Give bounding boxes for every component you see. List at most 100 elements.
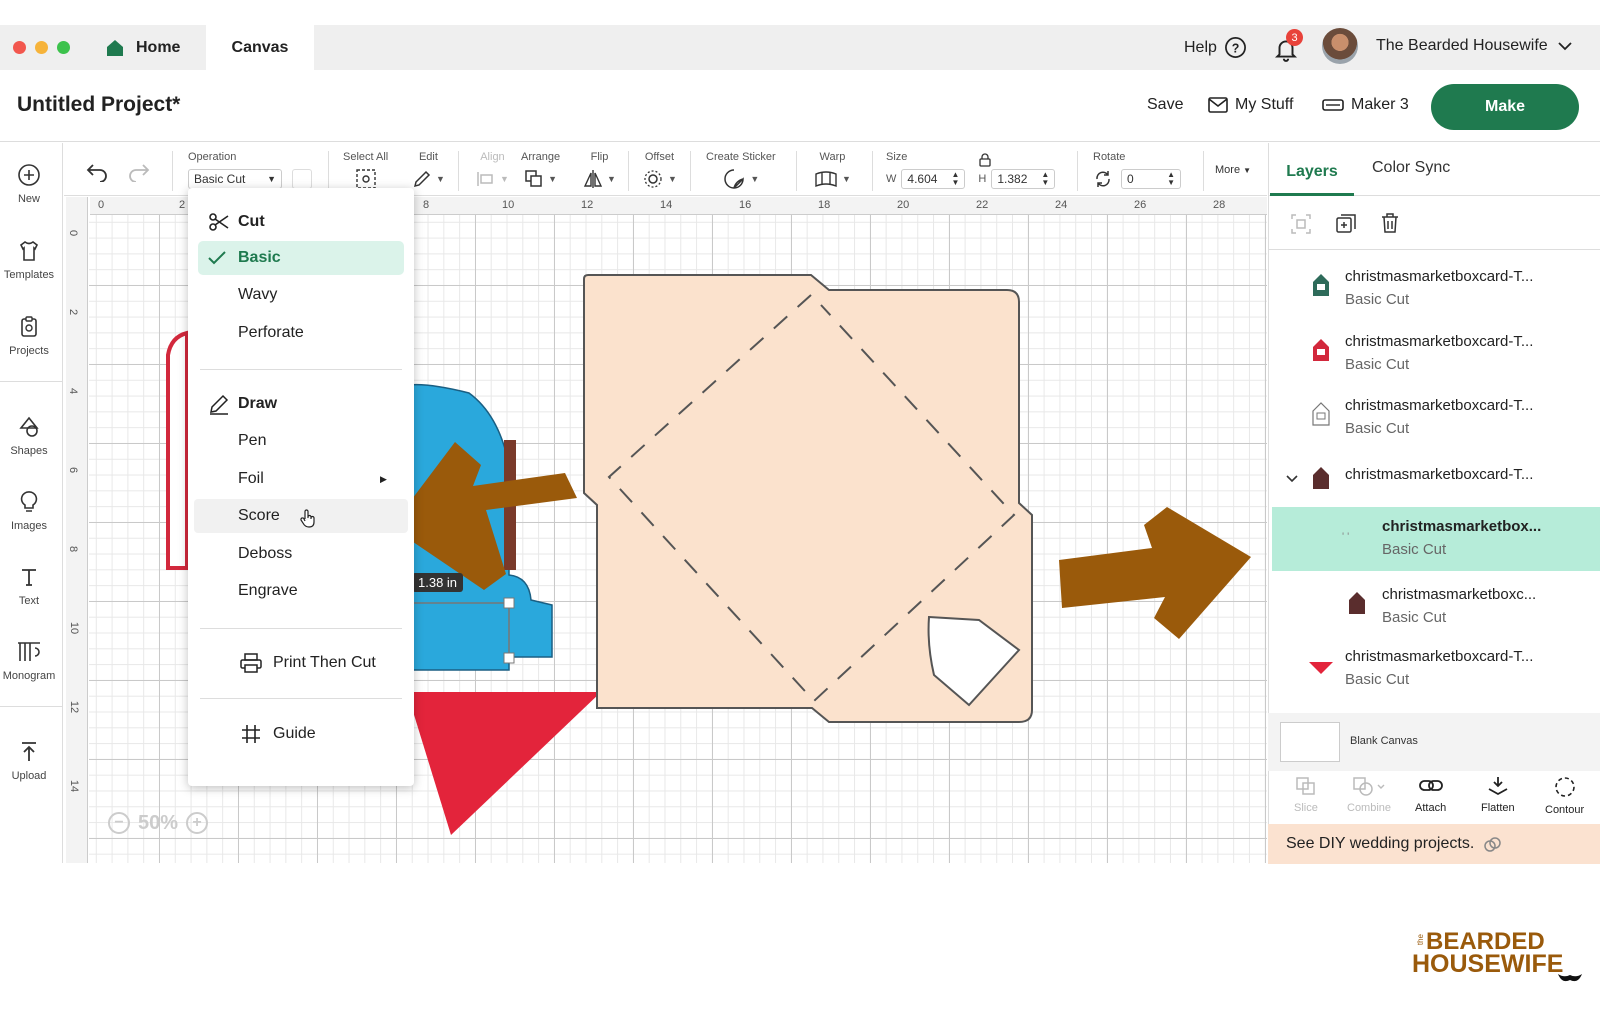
menu-item-basic[interactable]: Basic <box>198 241 404 275</box>
select-all-button[interactable]: Select All <box>343 151 388 190</box>
rotate-icon[interactable] <box>1093 169 1113 189</box>
close-window-button[interactable] <box>13 41 26 54</box>
tab-layers[interactable]: Layers <box>1270 150 1354 196</box>
more-button[interactable]: More ▼ <box>1215 164 1251 176</box>
nav-upload-label: Upload <box>11 770 47 782</box>
make-button[interactable]: Make <box>1431 84 1579 130</box>
ruler-tick: 6 <box>67 466 80 474</box>
menu-item-deboss[interactable]: Deboss <box>188 537 414 571</box>
nav-monogram[interactable]: Monogram <box>0 640 58 682</box>
layer-item[interactable]: christmasmarketboxcard-T... Basic Cut <box>1268 255 1600 317</box>
blank-canvas-swatch[interactable] <box>1280 722 1340 762</box>
flip-button[interactable]: Flip ▼ <box>583 151 616 190</box>
warp-button[interactable]: Warp ▼ <box>814 151 851 190</box>
zoom-out-icon[interactable]: − <box>108 812 130 834</box>
nav-images[interactable]: Images <box>0 490 58 532</box>
combine-label: Combine <box>1347 802 1392 814</box>
zoom-window-button[interactable] <box>57 41 70 54</box>
zoom-in-icon[interactable]: + <box>186 812 209 834</box>
contour-button[interactable]: Contour <box>1545 776 1584 816</box>
offset-icon <box>644 170 662 188</box>
right-arrow-annotation <box>1059 507 1251 639</box>
stepper-icon[interactable]: ▲ ▼ <box>1167 171 1175 187</box>
account-menu[interactable]: The Bearded Housewife <box>1376 37 1572 55</box>
flatten-button[interactable]: Flatten <box>1481 776 1515 814</box>
caret-down-icon: ▼ <box>750 174 760 184</box>
lightbulb-icon <box>20 491 38 512</box>
combine-button[interactable]: Combine <box>1347 776 1391 814</box>
zoom-control: − 50% + <box>108 808 209 838</box>
tab-color-sync[interactable]: Color Sync <box>1372 159 1450 177</box>
menu-item-pen[interactable]: Pen <box>188 424 414 458</box>
menu-item-print-then-cut[interactable]: Print Then Cut <box>188 646 414 680</box>
menu-item-perforate[interactable]: Perforate <box>188 316 414 350</box>
layer-item[interactable]: christmasmarketboxc... Basic Cut <box>1268 573 1600 635</box>
avatar[interactable] <box>1322 28 1358 64</box>
duplicate-icon[interactable] <box>1335 213 1357 235</box>
tab-home[interactable]: Home <box>104 25 180 70</box>
operation-color-swatch[interactable] <box>292 169 312 189</box>
offset-button[interactable]: Offset ▼ <box>642 151 677 190</box>
nav-templates[interactable]: Templates <box>0 239 58 281</box>
arrange-button[interactable]: Arrange ▼ <box>521 151 560 190</box>
height-prefix: H <box>978 173 987 185</box>
plus-circle-icon <box>18 164 40 186</box>
nav-shapes[interactable]: Shapes <box>0 415 58 457</box>
width-input[interactable]: 4.604 ▲ ▼ <box>901 169 966 189</box>
help-button[interactable]: Help ? <box>1184 36 1247 59</box>
notifications-button[interactable]: 3 <box>1273 29 1303 62</box>
project-title[interactable]: Untitled Project* <box>17 93 180 117</box>
my-stuff-button[interactable]: My Stuff <box>1208 96 1293 114</box>
menu-item-foil[interactable]: Foil ▶ <box>188 462 414 496</box>
toolbar-divider <box>628 151 629 191</box>
trash-icon[interactable] <box>1380 212 1400 234</box>
minimize-window-button[interactable] <box>35 41 48 54</box>
chevron-down-icon[interactable] <box>1286 475 1298 483</box>
height-input[interactable]: 1.382 ▲ ▼ <box>991 169 1056 189</box>
nav-projects[interactable]: Projects <box>0 315 58 357</box>
promo-banner[interactable]: See DIY wedding projects. <box>1268 824 1600 864</box>
menu-item-guide[interactable]: Guide <box>188 717 414 751</box>
operation-select[interactable]: Basic Cut ▼ <box>188 169 282 189</box>
svg-text:?: ? <box>1232 41 1240 55</box>
nav-text[interactable]: Text <box>0 565 58 607</box>
nav-new[interactable]: New <box>0 163 58 205</box>
edit-button[interactable]: Edit ▼ <box>412 151 445 190</box>
layer-item[interactable]: christmasmarketboxcard-T... Basic Cut <box>1268 635 1600 697</box>
layer-group[interactable]: christmasmarketboxcard-T... <box>1268 455 1600 505</box>
tab-canvas[interactable]: Canvas <box>206 25 314 70</box>
ruler-tick: 12 <box>581 199 594 211</box>
blank-canvas-row[interactable]: Blank Canvas <box>1268 713 1600 771</box>
save-label: Save <box>1147 96 1184 113</box>
slice-button[interactable]: Slice <box>1294 776 1318 814</box>
save-button[interactable]: Save <box>1147 96 1183 114</box>
lock-icon[interactable] <box>979 153 991 167</box>
layer-item[interactable]: christmasmarketboxcard-T... Basic Cut <box>1268 384 1600 446</box>
select-all-label: Select All <box>343 151 389 163</box>
nav-upload[interactable]: Upload <box>0 740 58 782</box>
layer-thumbnail-icon <box>1313 339 1329 361</box>
align-button[interactable]: Align ▼ <box>476 151 509 190</box>
stepper-icon[interactable]: ▲ ▼ <box>1041 171 1049 187</box>
undo-icon[interactable] <box>86 162 108 182</box>
contour-label: Contour <box>1545 804 1585 816</box>
redo-icon[interactable] <box>128 162 150 182</box>
layer-item[interactable]: christmasmarketboxcard-T... Basic Cut <box>1268 320 1600 382</box>
menu-item-engrave[interactable]: Engrave <box>188 574 414 608</box>
machine-selector[interactable]: Maker 3 <box>1322 96 1409 114</box>
rotate-input[interactable]: 0 ▲ ▼ <box>1121 169 1181 189</box>
pencil-icon <box>413 170 431 188</box>
flatten-icon <box>1488 777 1508 796</box>
layer-name: christmasmarketboxcard-T... <box>1345 333 1534 350</box>
ruler-tick: 22 <box>976 199 989 211</box>
edit-label: Edit <box>418 151 438 163</box>
layer-item-selected[interactable]: ' ' christmasmarketbox... Basic Cut <box>1272 507 1600 571</box>
stepper-icon[interactable]: ▲ ▼ <box>951 171 959 187</box>
create-sticker-button[interactable]: Create Sticker ▼ <box>706 151 776 190</box>
height-value: 1.382 <box>997 172 1028 186</box>
menu-cut-header: Cut <box>188 205 414 239</box>
group-icon[interactable] <box>1290 213 1312 235</box>
attach-button[interactable]: Attach <box>1415 776 1446 814</box>
menu-item-wavy[interactable]: Wavy <box>188 278 414 312</box>
menu-item-score[interactable]: Score <box>194 499 408 533</box>
